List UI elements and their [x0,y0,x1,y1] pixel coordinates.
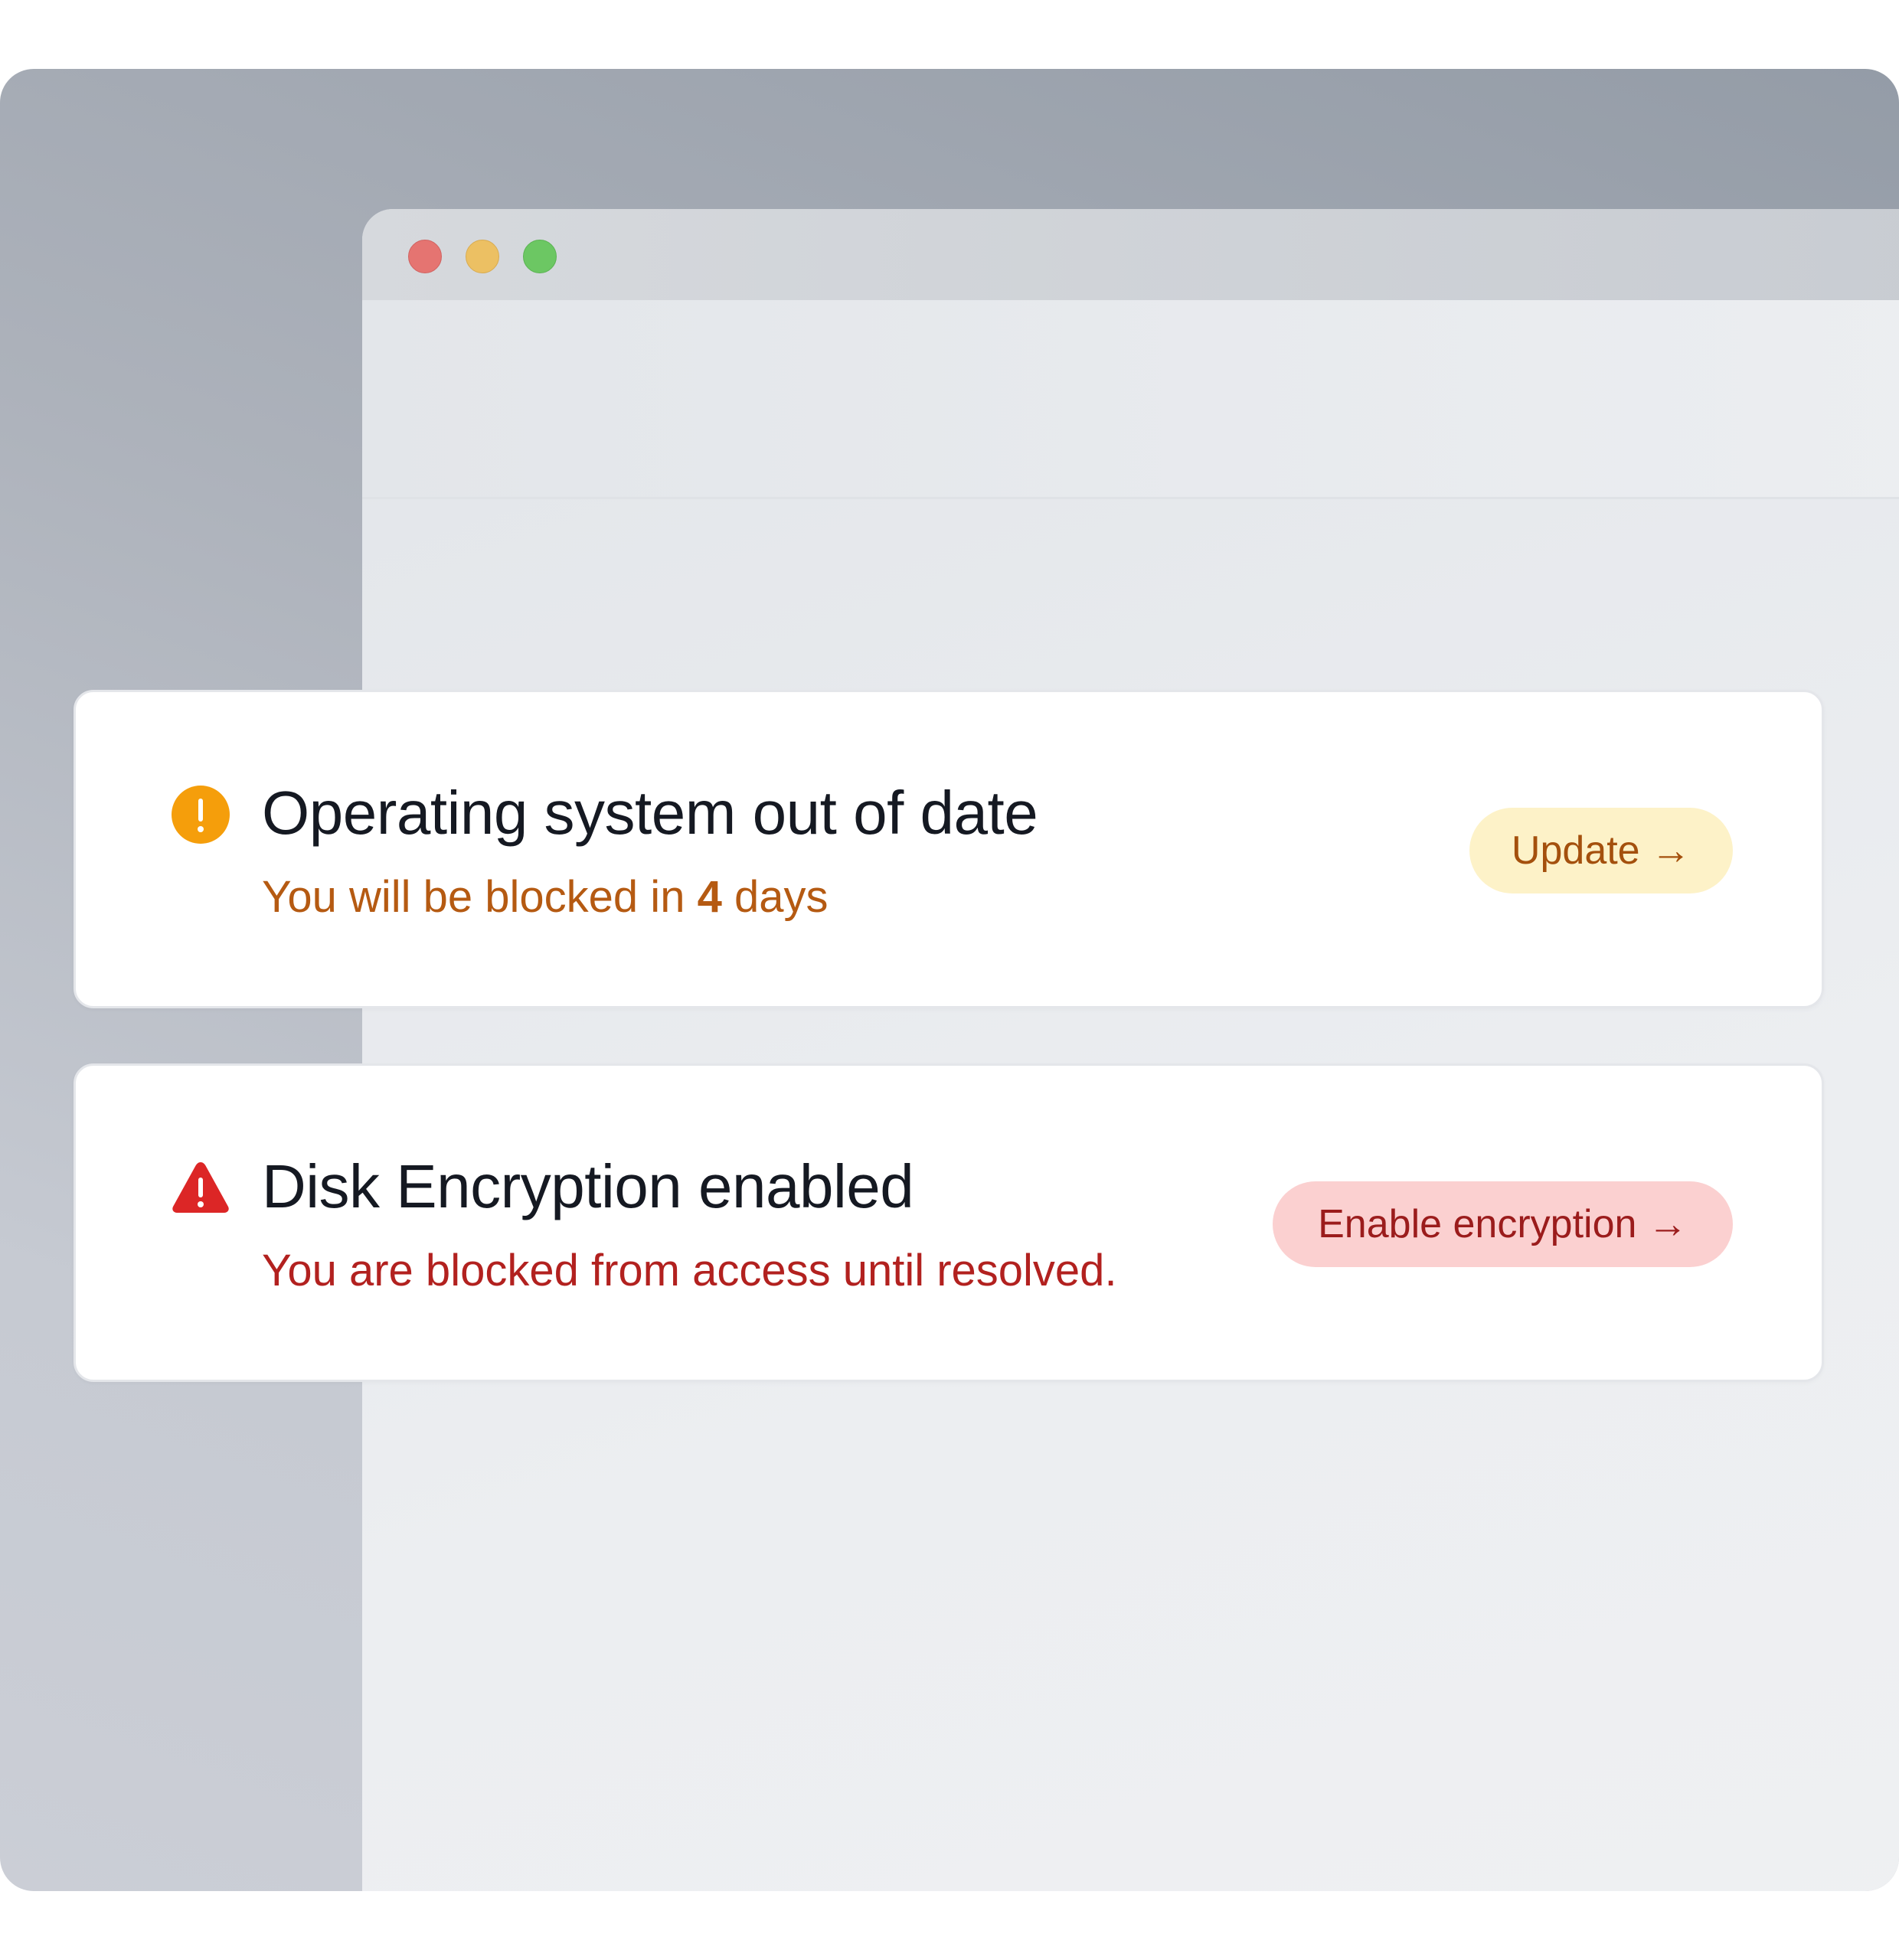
update-button[interactable]: Update → [1469,808,1733,893]
warning-triangle-icon [172,1162,229,1213]
os-subtitle-suffix: days [721,872,829,922]
os-days-count: 4 [697,872,722,922]
window-toolbar-area [362,300,1899,499]
window-close-button[interactable] [408,240,442,273]
exclamation-circle-icon [172,786,230,844]
os-out-of-date-card: Operating system out of date You will be… [74,690,1824,1008]
disk-card-subtitle: You are blocked from access until resolv… [262,1246,1117,1295]
disk-card-title: Disk Encryption enabled [262,1152,914,1220]
window-titlebar [362,209,1899,300]
os-card-subtitle: You will be blocked in 4 days [262,871,828,924]
window-minimize-button[interactable] [466,240,499,273]
window-zoom-button[interactable] [523,240,557,273]
os-subtitle-prefix: You will be blocked in [262,872,698,922]
app-window [362,209,1899,1891]
os-card-title: Operating system out of date [262,779,1038,847]
disk-encryption-card: Disk Encryption enabled You are blocked … [74,1063,1824,1382]
enable-encryption-button[interactable]: Enable encryption → [1273,1181,1733,1267]
